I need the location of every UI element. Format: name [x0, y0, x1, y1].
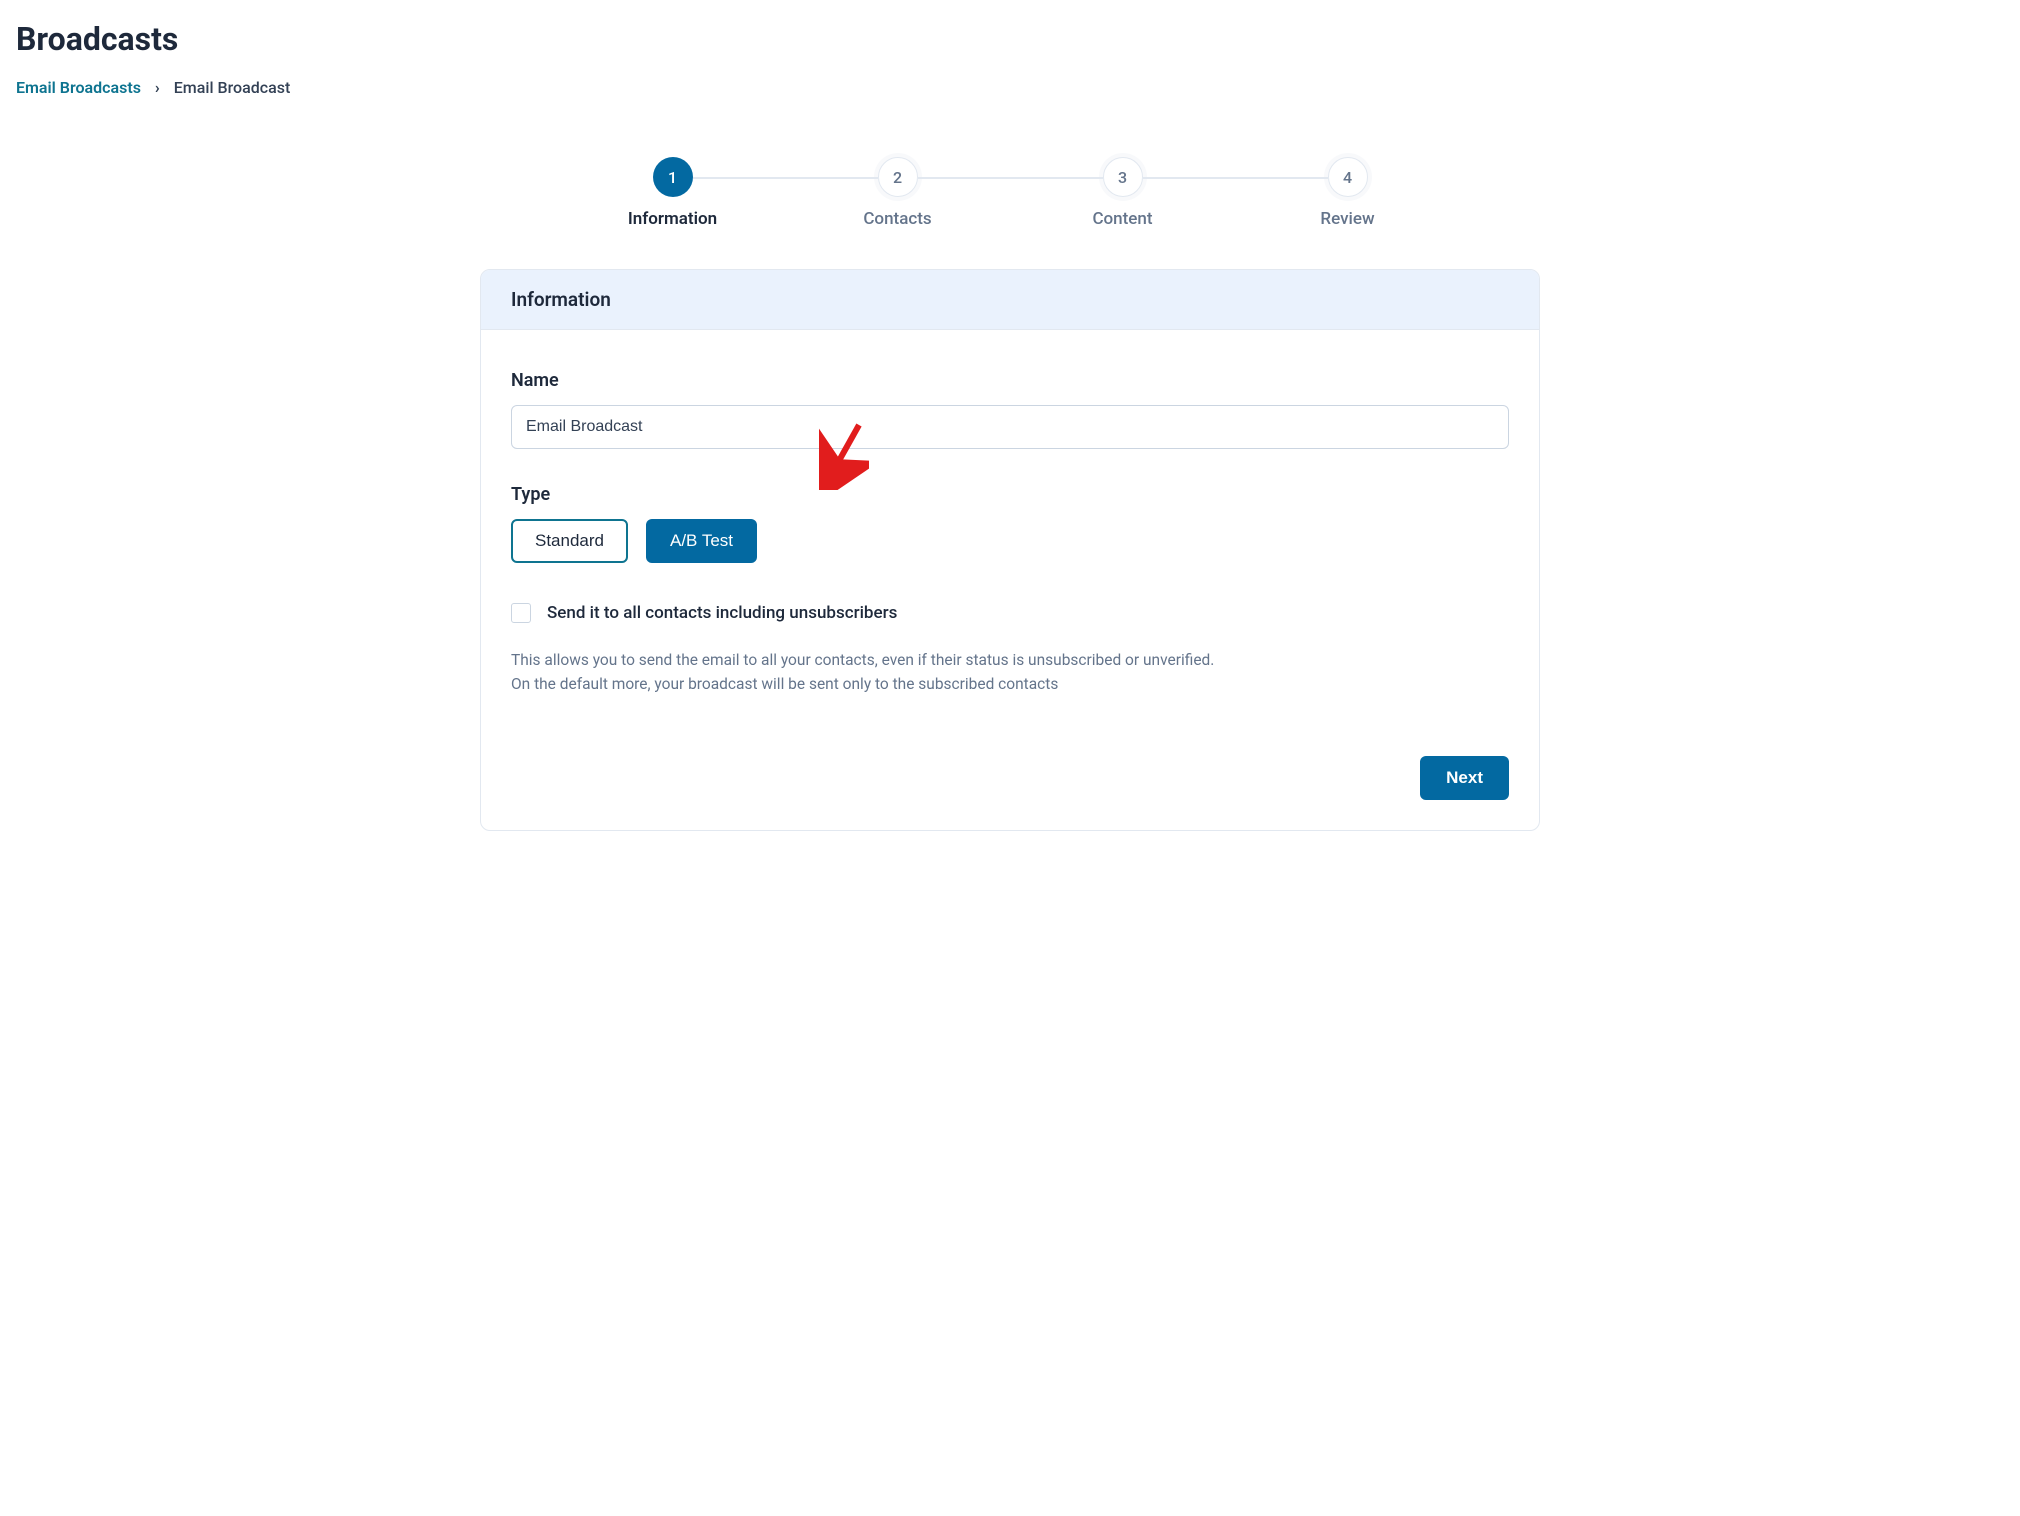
helper-line: This allows you to send the email to all…	[511, 648, 1509, 672]
breadcrumb: Email Broadcasts › Email Broadcast	[16, 78, 2004, 97]
helper-line: On the default more, your broadcast will…	[511, 672, 1509, 696]
step-label: Review	[1320, 209, 1374, 229]
type-standard-button[interactable]: Standard	[511, 519, 628, 563]
step-review[interactable]: 4 Review	[1235, 157, 1460, 229]
type-abtest-button[interactable]: A/B Test	[646, 519, 757, 563]
include-unsubscribers-checkbox[interactable]	[511, 603, 531, 623]
step-number: 2	[878, 157, 918, 197]
chevron-right-icon: ›	[155, 78, 160, 97]
step-number: 4	[1328, 157, 1368, 197]
step-information[interactable]: 1 Information	[560, 157, 785, 229]
breadcrumb-parent-link[interactable]: Email Broadcasts	[16, 78, 141, 97]
step-label: Content	[1092, 209, 1152, 229]
card-header: Information	[481, 270, 1539, 330]
helper-text: This allows you to send the email to all…	[511, 648, 1509, 696]
include-unsubscribers-label: Send it to all contacts including unsubs…	[547, 603, 897, 623]
information-card: Information Name Type Standard A/B Test …	[480, 269, 1540, 831]
breadcrumb-current: Email Broadcast	[174, 78, 291, 97]
step-contacts[interactable]: 2 Contacts	[785, 157, 1010, 229]
page-title: Broadcasts	[16, 20, 2004, 58]
name-label: Name	[511, 370, 1509, 391]
card-body: Name Type Standard A/B Test Send it to a…	[481, 330, 1539, 830]
stepper: 1 Information 2 Contacts 3 Content 4 Rev…	[560, 157, 1460, 229]
step-label: Contacts	[863, 209, 931, 229]
name-input[interactable]	[511, 405, 1509, 449]
step-content[interactable]: 3 Content	[1010, 157, 1235, 229]
next-button[interactable]: Next	[1420, 756, 1509, 800]
step-number: 3	[1103, 157, 1143, 197]
step-number: 1	[653, 157, 693, 197]
type-label: Type	[511, 484, 1509, 505]
step-label: Information	[628, 209, 717, 229]
